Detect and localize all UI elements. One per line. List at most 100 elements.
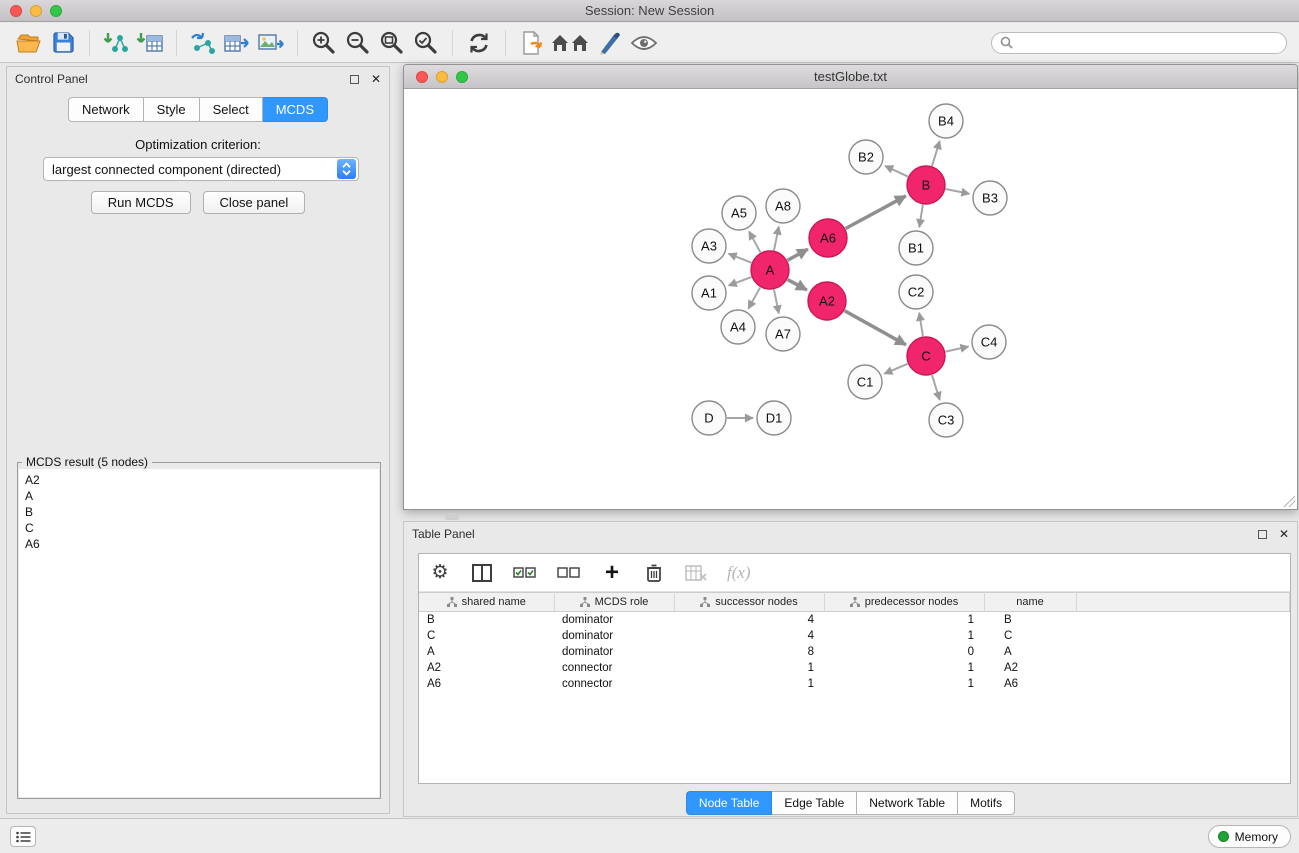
table-cell[interactable]: 1 — [674, 660, 824, 676]
network-edge-A6-B[interactable] — [846, 196, 906, 229]
search-input[interactable] — [1018, 36, 1278, 50]
mcds-result-item[interactable]: A6 — [25, 536, 373, 552]
table-cell[interactable]: dominator — [554, 644, 674, 660]
table-cell[interactable]: 4 — [674, 628, 824, 644]
tab-select[interactable]: Select — [200, 97, 263, 122]
table-cell[interactable]: C — [984, 628, 1076, 644]
network-edge-B-B4[interactable] — [932, 141, 940, 166]
run-mcds-button[interactable]: Run MCDS — [91, 191, 191, 214]
tab-mcds[interactable]: MCDS — [263, 97, 328, 122]
mcds-result-item[interactable]: B — [25, 504, 373, 520]
show-columns-button[interactable] — [471, 561, 493, 585]
tab-network-table[interactable]: Network Table — [857, 791, 958, 815]
column-header-name[interactable]: name — [984, 593, 1076, 612]
tab-network[interactable]: Network — [68, 97, 144, 122]
save-session-button[interactable] — [46, 27, 80, 59]
show-panel-list-button[interactable] — [10, 826, 36, 847]
table-cell[interactable]: 4 — [674, 612, 824, 628]
network-edge-A-A6[interactable] — [788, 249, 808, 260]
table-cell[interactable]: A2 — [419, 660, 554, 676]
table-cell[interactable]: 1 — [824, 676, 984, 692]
function-builder-button[interactable]: f(x) — [727, 561, 751, 585]
refresh-view-button[interactable] — [462, 27, 496, 59]
tab-motifs[interactable]: Motifs — [958, 791, 1015, 815]
table-cell[interactable]: 0 — [824, 644, 984, 660]
close-table-panel-icon[interactable]: ✕ — [1279, 528, 1289, 540]
table-cell[interactable]: 1 — [824, 612, 984, 628]
network-zoom-button[interactable] — [456, 71, 468, 83]
mcds-result-list[interactable]: A2ABCA6 — [19, 469, 379, 797]
home-button[interactable] — [549, 27, 593, 59]
network-node-D1[interactable]: D1 — [757, 401, 791, 435]
network-node-C3[interactable]: C3 — [929, 403, 963, 437]
table-cell[interactable]: A — [984, 644, 1076, 660]
network-node-B2[interactable]: B2 — [849, 140, 883, 174]
network-edge-A-A2[interactable] — [788, 280, 807, 290]
network-window-titlebar[interactable]: testGlobe.txt — [404, 65, 1297, 89]
column-header-mcds-role[interactable]: MCDS role — [554, 593, 674, 612]
network-edge-C-C2[interactable] — [919, 313, 923, 336]
network-node-B1[interactable]: B1 — [899, 231, 933, 265]
export-table-button[interactable] — [220, 27, 254, 59]
table-cell[interactable]: connector — [554, 676, 674, 692]
tab-node-table[interactable]: Node Table — [686, 791, 773, 815]
memory-button[interactable]: Memory — [1208, 825, 1291, 848]
network-node-D[interactable]: D — [692, 401, 726, 435]
table-cell[interactable]: B — [984, 612, 1076, 628]
float-table-panel-icon[interactable] — [1258, 530, 1267, 539]
delete-table-button[interactable] — [685, 561, 707, 585]
network-node-C2[interactable]: C2 — [899, 275, 933, 309]
network-edge-B-B2[interactable] — [885, 166, 908, 177]
network-node-C1[interactable]: C1 — [848, 365, 882, 399]
open-recent-session-button[interactable] — [515, 27, 549, 59]
zoom-selected-button[interactable] — [409, 27, 443, 59]
table-cell[interactable]: dominator — [554, 628, 674, 644]
network-node-C[interactable]: C — [907, 337, 945, 375]
network-edge-C-C3[interactable] — [932, 375, 940, 400]
network-edge-A-A3[interactable] — [729, 254, 752, 263]
network-edge-C-C1[interactable] — [884, 364, 907, 374]
apply-style-button[interactable] — [593, 27, 627, 59]
float-panel-icon[interactable] — [350, 75, 359, 84]
select-all-columns-button[interactable] — [513, 561, 537, 585]
table-row[interactable]: Bdominator41B — [419, 612, 1290, 628]
minimize-window-button[interactable] — [30, 5, 42, 17]
network-edge-A-A7[interactable] — [774, 290, 779, 314]
network-edge-C-C4[interactable] — [946, 347, 969, 352]
table-cell[interactable]: 1 — [674, 676, 824, 692]
network-edge-B-B3[interactable] — [946, 189, 970, 194]
table-settings-button[interactable]: ⚙ — [429, 561, 451, 585]
close-panel-button[interactable]: Close panel — [203, 191, 306, 214]
network-edge-A-A5[interactable] — [749, 231, 760, 252]
panel-divider-handle[interactable] — [445, 513, 459, 520]
table-cell[interactable]: A — [419, 644, 554, 660]
network-node-A5[interactable]: A5 — [722, 196, 756, 230]
tab-style[interactable]: Style — [144, 97, 200, 122]
export-network-button[interactable] — [186, 27, 220, 59]
network-node-C4[interactable]: C4 — [972, 325, 1006, 359]
network-edge-A2-C[interactable] — [844, 311, 905, 345]
delete-columns-button[interactable] — [643, 561, 665, 585]
table-cell[interactable]: connector — [554, 660, 674, 676]
table-row[interactable]: A6connector11A6 — [419, 676, 1290, 692]
mcds-result-item[interactable]: C — [25, 520, 373, 536]
export-image-button[interactable] — [254, 27, 288, 59]
network-node-B3[interactable]: B3 — [973, 181, 1007, 215]
network-edge-A-A1[interactable] — [729, 277, 752, 286]
table-cell[interactable]: dominator — [554, 612, 674, 628]
network-node-B4[interactable]: B4 — [929, 104, 963, 138]
network-node-A8[interactable]: A8 — [766, 189, 800, 223]
window-resize-grip[interactable] — [1283, 495, 1295, 507]
table-row[interactable]: Adominator80A — [419, 644, 1290, 660]
table-cell[interactable]: 1 — [824, 660, 984, 676]
network-minimize-button[interactable] — [436, 71, 448, 83]
network-node-A[interactable]: A — [751, 251, 789, 289]
mcds-result-item[interactable]: A2 — [25, 472, 373, 488]
create-column-button[interactable]: + — [601, 561, 623, 585]
network-node-A7[interactable]: A7 — [766, 317, 800, 351]
show-hide-graphics-button[interactable] — [627, 27, 661, 59]
table-row[interactable]: Cdominator41C — [419, 628, 1290, 644]
table-cell[interactable]: A2 — [984, 660, 1076, 676]
table-row[interactable]: A2connector11A2 — [419, 660, 1290, 676]
table-cell[interactable]: B — [419, 612, 554, 628]
